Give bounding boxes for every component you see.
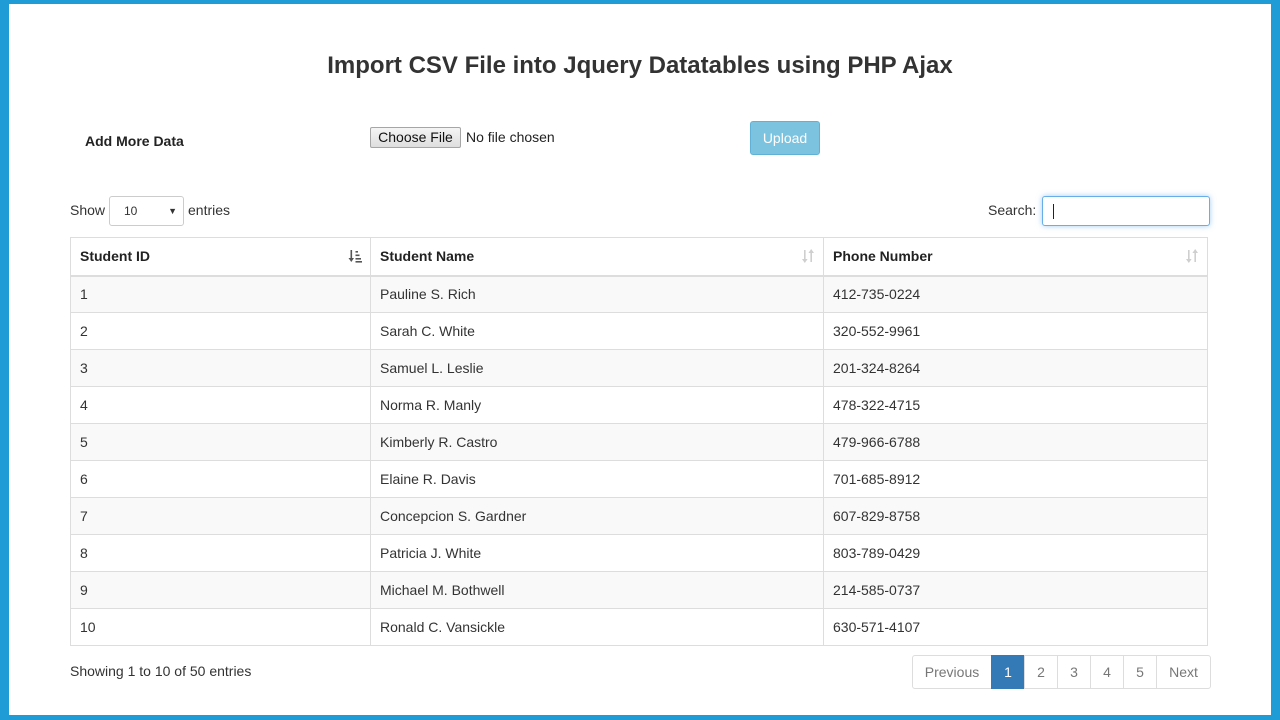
cell-student-name: Michael M. Bothwell [370,571,824,609]
cell-phone-number: 320-552-9961 [823,312,1208,350]
sort-ascending-icon [348,250,362,263]
cell-phone-number: 701-685-8912 [823,460,1208,498]
table-row: 3 Samuel L. Leslie 201-324-8264 [70,349,1208,387]
entries-length-value: 10 [124,204,138,218]
cell-student-name: Pauline S. Rich [370,275,824,313]
cell-student-id: 9 [70,571,371,609]
page-title: Import CSV File into Jquery Datatables u… [327,52,953,79]
table-row: 9 Michael M. Bothwell 214-585-0737 [70,571,1208,609]
cell-student-name: Patricia J. White [370,534,824,572]
sort-both-icon [802,249,814,263]
cell-student-name: Elaine R. Davis [370,460,824,498]
choose-file-button[interactable]: Choose File [370,127,461,148]
cell-student-id: 10 [70,608,371,646]
page-button-5[interactable]: 5 [1123,655,1157,689]
table-row: 5 Kimberly R. Castro 479-966-6788 [70,423,1208,461]
column-header-label: Phone Number [833,248,933,265]
entries-label: entries [188,202,231,218]
column-header-label: Student ID [80,248,150,265]
column-header-student-id[interactable]: Student ID [70,237,371,277]
cell-student-name: Concepcion S. Gardner [370,497,824,535]
search-label: Search: [988,202,1037,218]
column-header-phone-number[interactable]: Phone Number [823,237,1208,277]
cell-student-name: Norma R. Manly [370,386,824,424]
sort-both-icon [1186,249,1198,263]
students-table: Student ID Student Name Phone Number 1 P… [70,237,1208,646]
cell-phone-number: 630-571-4107 [823,608,1208,646]
cell-student-name: Kimberly R. Castro [370,423,824,461]
entries-length-select[interactable]: 10 ▼ [109,196,184,226]
cell-phone-number: 214-585-0737 [823,571,1208,609]
table-header-row: Student ID Student Name Phone Number [70,237,1208,277]
cell-phone-number: 412-735-0224 [823,275,1208,313]
cell-student-name: Sarah C. White [370,312,824,350]
show-label: Show [70,202,106,218]
table-row: 10 Ronald C. Vansickle 630-571-4107 [70,608,1208,646]
table-row: 1 Pauline S. Rich 412-735-0224 [70,275,1208,313]
table-row: 6 Elaine R. Davis 701-685-8912 [70,460,1208,498]
cell-student-name: Ronald C. Vansickle [370,608,824,646]
cell-phone-number: 479-966-6788 [823,423,1208,461]
page-button-1[interactable]: 1 [991,655,1025,689]
cell-student-id: 6 [70,460,371,498]
cell-student-id: 3 [70,349,371,387]
cell-student-id: 2 [70,312,371,350]
page-button-2[interactable]: 2 [1024,655,1058,689]
cell-student-id: 8 [70,534,371,572]
table-row: 4 Norma R. Manly 478-322-4715 [70,386,1208,424]
pagination: Previous 1 2 3 4 5 Next [912,655,1211,689]
cell-phone-number: 803-789-0429 [823,534,1208,572]
previous-page-button[interactable]: Previous [912,655,992,689]
file-status-text: No file chosen [466,129,555,145]
page-button-3[interactable]: 3 [1057,655,1091,689]
cell-student-id: 5 [70,423,371,461]
add-more-data-label: Add More Data [85,133,184,149]
page-button-4[interactable]: 4 [1090,655,1124,689]
table-row: 7 Concepcion S. Gardner 607-829-8758 [70,497,1208,535]
cell-phone-number: 607-829-8758 [823,497,1208,535]
cell-phone-number: 478-322-4715 [823,386,1208,424]
upload-button[interactable]: Upload [750,121,820,155]
column-header-label: Student Name [380,248,475,265]
search-input[interactable] [1042,196,1210,226]
cell-student-id: 7 [70,497,371,535]
table-row: 2 Sarah C. White 320-552-9961 [70,312,1208,350]
cell-phone-number: 201-324-8264 [823,349,1208,387]
next-page-button[interactable]: Next [1156,655,1211,689]
cell-student-id: 4 [70,386,371,424]
table-info-text: Showing 1 to 10 of 50 entries [70,663,252,679]
chevron-down-icon: ▼ [168,206,177,216]
text-cursor [1053,204,1054,219]
table-row: 8 Patricia J. White 803-789-0429 [70,534,1208,572]
cell-student-id: 1 [70,275,371,313]
cell-student-name: Samuel L. Leslie [370,349,824,387]
column-header-student-name[interactable]: Student Name [370,237,824,277]
